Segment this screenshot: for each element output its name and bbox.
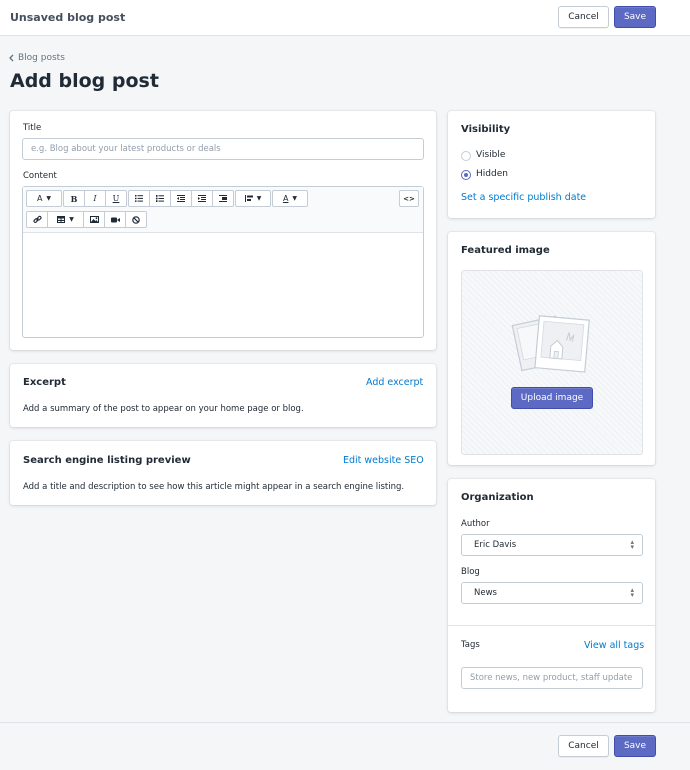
excerpt-heading: Excerpt — [23, 377, 66, 388]
tags-label: Tags — [461, 640, 480, 650]
organization-divider — [448, 625, 655, 626]
select-arrows-icon: ▴ ▾ — [630, 538, 634, 551]
breadcrumb[interactable]: Blog posts — [9, 53, 65, 63]
numbered-list-button[interactable] — [150, 191, 171, 206]
video-icon — [110, 217, 120, 222]
caret-down-icon: ▼ — [69, 216, 74, 223]
font-style-dropdown[interactable]: A ▼ — [27, 191, 61, 206]
upload-image-button[interactable]: Upload image — [511, 387, 593, 409]
blog-value: News — [474, 588, 497, 598]
organization-heading: Organization — [461, 492, 534, 503]
seo-heading: Search engine listing preview — [23, 455, 191, 466]
image-icon — [89, 216, 99, 223]
font-style-group: A ▼ — [26, 190, 62, 207]
indent-icon — [198, 195, 206, 202]
caret-down-icon: ▼ — [292, 195, 298, 202]
italic-button[interactable]: I — [85, 191, 106, 206]
visible-label: Visible — [476, 150, 506, 160]
html-toggle-button[interactable]: <> — [400, 191, 418, 206]
seo-description: Add a title and description to see how t… — [23, 482, 405, 492]
insert-image-button[interactable] — [84, 212, 105, 227]
page-title: Add blog post — [10, 70, 159, 92]
indent-button[interactable] — [192, 191, 213, 206]
cancel-button[interactable]: Cancel — [558, 6, 609, 28]
link-icon — [32, 215, 42, 223]
blog-select[interactable]: News ▴ ▾ — [461, 582, 643, 604]
outdent-icon — [177, 195, 185, 202]
publish-date-link[interactable]: Set a specific publish date — [461, 192, 586, 203]
save-button[interactable]: Save — [614, 6, 656, 28]
excerpt-description: Add a summary of the post to appear on y… — [23, 404, 304, 414]
caret-down-icon: ▼ — [46, 195, 52, 202]
text-color-dropdown[interactable]: A ▼ — [273, 191, 307, 206]
insert-link-button[interactable] — [27, 212, 48, 227]
caret-down-icon: ▼ — [256, 195, 262, 202]
insert-table-dropdown[interactable]: ▼ — [48, 212, 84, 227]
font-style-label: A — [36, 194, 43, 203]
editor-content-area[interactable] — [23, 233, 423, 337]
title-input[interactable] — [22, 138, 424, 160]
alignment-dropdown[interactable]: ▼ — [236, 191, 270, 206]
footer-divider — [0, 722, 690, 723]
author-value: Eric Davis — [474, 540, 517, 550]
insert-group: ▼ — [26, 211, 147, 228]
hidden-label: Hidden — [476, 169, 508, 179]
edit-seo-link[interactable]: Edit website SEO — [343, 455, 424, 466]
insert-video-button[interactable] — [105, 212, 126, 227]
excerpt-card — [10, 364, 436, 427]
topbar-title: Unsaved blog post — [10, 11, 126, 24]
table-icon — [57, 216, 66, 223]
top-bar: Unsaved blog post Cancel Save — [0, 0, 690, 36]
blog-label: Blog — [461, 567, 480, 577]
author-select[interactable]: Eric Davis ▴ ▾ — [461, 534, 643, 556]
footer-save-button[interactable]: Save — [614, 735, 656, 757]
seo-card — [10, 441, 436, 505]
indent-more-icon — [219, 195, 227, 202]
add-excerpt-link[interactable]: Add excerpt — [366, 377, 423, 388]
content-editor: A ▼ B I U ▼ A ▼ <> ▼ — [22, 186, 424, 338]
outdent-button[interactable] — [171, 191, 192, 206]
title-label: Title — [23, 123, 42, 133]
editor-toolbar: A ▼ B I U ▼ A ▼ <> ▼ — [23, 187, 423, 233]
select-arrows-icon: ▴ ▾ — [630, 586, 634, 599]
author-label: Author — [461, 519, 490, 529]
breadcrumb-label: Blog posts — [18, 53, 65, 63]
content-label: Content — [23, 171, 57, 181]
hidden-radio[interactable] — [461, 170, 471, 180]
footer-cancel-button[interactable]: Cancel — [558, 735, 609, 757]
bullet-list-button[interactable] — [129, 191, 150, 206]
visibility-heading: Visibility — [461, 124, 511, 135]
chevron-left-icon — [9, 54, 14, 62]
text-format-group: B I U — [63, 190, 127, 207]
text-color-group: A ▼ — [272, 190, 308, 207]
numbered-list-icon — [156, 195, 164, 202]
bold-button[interactable]: B — [64, 191, 85, 206]
clear-formatting-icon — [132, 215, 140, 224]
tags-input[interactable] — [461, 667, 643, 689]
featured-image-heading: Featured image — [461, 245, 550, 256]
underline-button[interactable]: U — [106, 191, 126, 206]
text-color-label: A — [282, 194, 289, 203]
list-indent-group — [128, 190, 234, 207]
indent-more-button[interactable] — [213, 191, 233, 206]
html-group: <> — [399, 190, 419, 207]
clear-formatting-button[interactable] — [126, 212, 146, 227]
visible-radio[interactable] — [461, 151, 471, 161]
alignment-group: ▼ — [235, 190, 271, 207]
bullet-list-icon — [135, 195, 143, 202]
view-all-tags-link[interactable]: View all tags — [584, 640, 644, 651]
align-left-icon — [244, 195, 253, 202]
photo-placeholder-icon — [511, 315, 590, 373]
